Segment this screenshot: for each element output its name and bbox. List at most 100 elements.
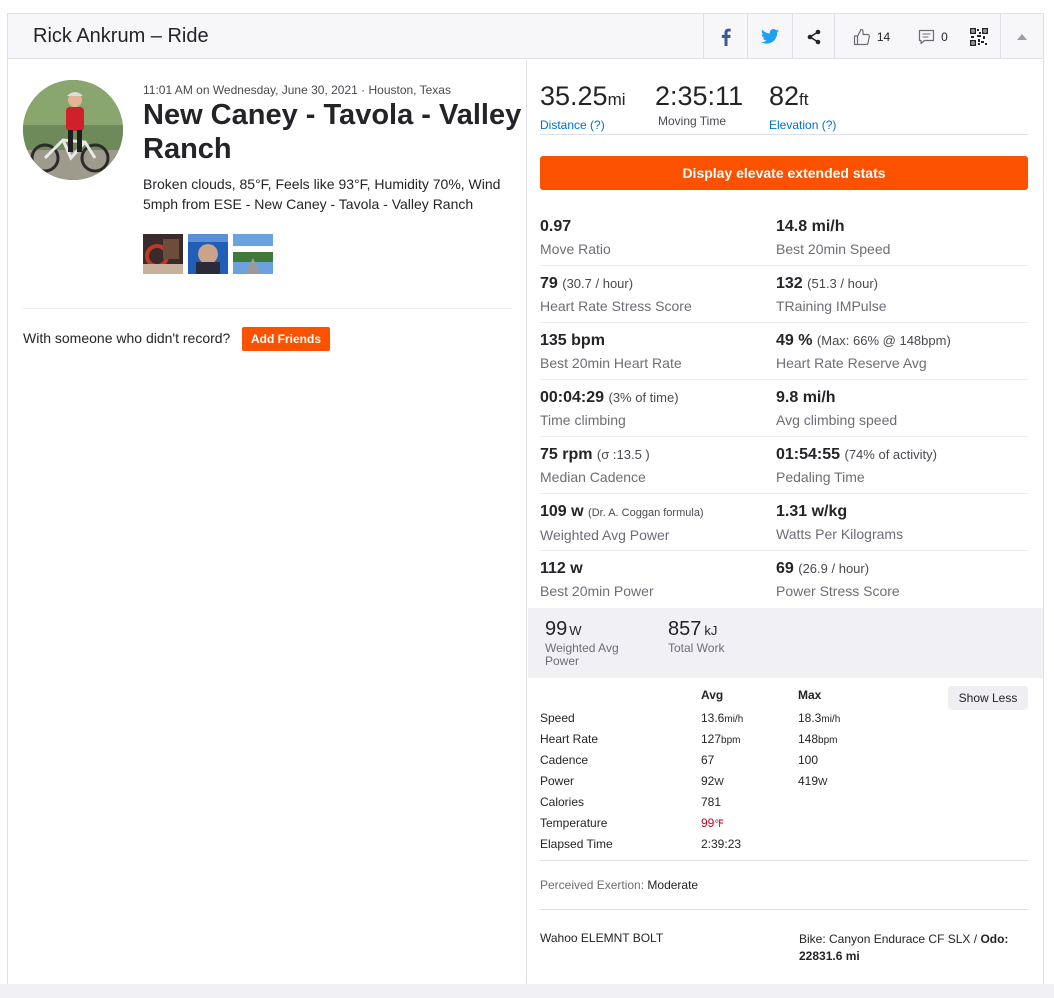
stat-subvalue: (26.9 / hour) xyxy=(798,561,870,576)
weighted-avg-power-label: Weighted Avg Power xyxy=(545,641,619,668)
comments-button[interactable]: 0 xyxy=(908,14,958,59)
collapse-button[interactable] xyxy=(1000,14,1043,59)
stat-value-line: 0.97 xyxy=(540,217,776,237)
table-row-avg: 67 xyxy=(701,753,714,767)
table-row-max: 18.3mi/h xyxy=(798,711,840,725)
bike-name: Bike: Canyon Endurace CF SLX / xyxy=(799,932,981,946)
stat-label: Time climbing xyxy=(540,412,626,428)
table-row-max: 419W xyxy=(798,774,827,788)
stat-value: 132 xyxy=(776,275,803,292)
stat-label: Best 20min Power xyxy=(540,583,654,599)
stat-value-line: 75 rpm (σ :13.5 ) xyxy=(540,445,776,465)
extended-stats-button[interactable]: Display elevate extended stats xyxy=(540,156,1028,190)
table-row: Speed 13.6mi/h 18.3mi/h xyxy=(540,707,1028,728)
page-footer-strip xyxy=(0,984,1054,998)
stats-row: 135 bpm Best 20min Heart Rate 49 % (Max: 6… xyxy=(540,323,1028,380)
stat-label: Avg climbing speed xyxy=(776,412,898,428)
stat-value-line: 109 w (Dr. A. Coggan formula) xyxy=(540,502,776,523)
kudos-button[interactable]: 14 xyxy=(834,14,908,59)
stat-value: 00:04:29 xyxy=(540,389,605,406)
details-table: Speed 13.6mi/h 18.3mi/h Heart Rate 127bpm 148… xyxy=(540,707,1028,854)
power-summary: 99 W Weighted Avg Power 857 kJ Total Work xyxy=(528,608,1043,678)
stat-value: 01:54:55 xyxy=(776,446,841,463)
odometer-value: 22831.6 mi xyxy=(799,949,860,963)
stat-label: Pedaling Time xyxy=(776,469,865,485)
activity-photo[interactable] xyxy=(233,234,273,274)
comment-icon xyxy=(919,29,935,44)
stat-subvalue: (3% of time) xyxy=(608,390,679,405)
extended-stats-grid: 0.97 Move Ratio 14.8 mi/h Best 20min Speed 7… xyxy=(540,209,1028,608)
stat-label: Median Cadence xyxy=(540,469,646,485)
activity-photo[interactable] xyxy=(143,234,183,274)
table-row-avg: 92W xyxy=(701,774,724,788)
table-row-name: Elapsed Time xyxy=(540,837,613,851)
qr-code-button[interactable] xyxy=(958,14,1000,59)
stats-row: 79 (30.7 / hour) Heart Rate Stress Score 1… xyxy=(540,266,1028,323)
stat-value: 14.8 mi/h xyxy=(776,218,845,235)
max-value: 18.3 xyxy=(798,711,822,725)
stat-value: 49 % xyxy=(776,332,813,349)
activity-header: Rick Ankrum – Ride 14 0 xyxy=(8,14,1043,59)
stat-label: Power Stress Score xyxy=(776,583,900,599)
twitter-share-button[interactable] xyxy=(747,14,792,59)
elevation-unit: ft xyxy=(799,90,809,109)
stat-cell: 14.8 mi/h Best 20min Speed xyxy=(776,217,1012,257)
table-row-avg: 99℉ xyxy=(701,816,724,830)
stat-cell: 135 bpm Best 20min Heart Rate xyxy=(540,331,776,371)
table-row-name: Cadence xyxy=(540,753,589,767)
avg-unit: mi/h xyxy=(724,714,744,725)
weighted-avg-power-unit: W xyxy=(569,623,582,638)
distance-unit: mi xyxy=(607,90,626,109)
comments-count: 0 xyxy=(941,29,948,44)
facebook-share-button[interactable] xyxy=(703,14,747,59)
avg-value: 13.6 xyxy=(701,711,725,725)
table-row: Heart Rate 127bpm 148bpm xyxy=(540,728,1028,749)
stat-value-line: 00:04:29 (3% of time) xyxy=(540,388,776,408)
stat-value-line: 1.31 w/kg xyxy=(776,502,1012,522)
stat-value: 1.31 w/kg xyxy=(776,503,848,520)
avg-unit: bpm xyxy=(721,735,741,746)
stat-cell: 1.31 w/kg Watts Per Kilograms xyxy=(776,502,1012,542)
stats-row: 75 rpm (σ :13.5 ) Median Cadence 01:54:55 … xyxy=(540,437,1028,494)
perceived-exertion-label: Perceived Exertion: xyxy=(540,878,645,892)
stat-cell: 75 rpm (σ :13.5 ) Median Cadence xyxy=(540,445,776,485)
stat-label: Heart Rate Stress Score xyxy=(540,298,692,314)
activity-meta: 11:01 AM on Wednesday, June 30, 2021 · H… xyxy=(143,83,451,97)
stat-subvalue: (σ :13.5 ) xyxy=(596,447,650,462)
perceived-exertion: Perceived Exertion: Moderate xyxy=(540,878,698,892)
distance-label[interactable]: Distance (?) xyxy=(540,118,626,132)
table-row: Temperature 99℉ xyxy=(540,812,1028,833)
avatar[interactable] xyxy=(23,80,123,180)
bike-info: Bike: Canyon Endurace CF SLX / Odo: 2283… xyxy=(799,931,1028,965)
avg-value: 2:39:23 xyxy=(701,837,742,851)
activity-summary-panel: 11:01 AM on Wednesday, June 30, 2021 · H… xyxy=(8,60,527,998)
stat-value: 109 w xyxy=(540,503,584,520)
stat-value: 69 xyxy=(776,560,794,577)
avg-unit: W xyxy=(714,777,724,788)
stats-row: 112 w Best 20min Power 69 (26.9 / hour) Pow… xyxy=(540,551,1028,608)
elevation-stat: 82ft Elevation (?) xyxy=(769,80,836,132)
stat-label: Move Ratio xyxy=(540,241,611,257)
stat-value-line: 49 % (Max: 66% @ 148bpm) xyxy=(776,331,1012,351)
share-button[interactable] xyxy=(792,14,834,59)
stat-cell: 0.97 Move Ratio xyxy=(540,217,776,257)
table-row-name: Power xyxy=(540,774,575,788)
table-row: Elapsed Time 2:39:23 xyxy=(540,833,1028,854)
add-friends-prompt: With someone who didn't record? xyxy=(23,330,231,346)
page-title: Rick Ankrum – Ride xyxy=(33,25,209,47)
elevation-label[interactable]: Elevation (?) xyxy=(769,118,836,132)
qr-code-icon xyxy=(970,27,988,46)
total-work-unit: kJ xyxy=(704,623,718,638)
activity-photo[interactable] xyxy=(188,234,228,274)
table-row-name: Speed xyxy=(540,711,575,725)
distance-value: 35.25 xyxy=(540,81,608,111)
add-friends-button[interactable]: Add Friends xyxy=(242,327,330,351)
device-name: Wahoo ELEMNT BOLT xyxy=(540,931,664,945)
stat-cell: 00:04:29 (3% of time) Time climbing xyxy=(540,388,776,428)
stat-subvalue: (Dr. A. Coggan formula) xyxy=(588,507,704,519)
total-work-label: Total Work xyxy=(668,641,725,655)
stat-cell: 9.8 mi/h Avg climbing speed xyxy=(776,388,1012,428)
stat-cell: 01:54:55 (74% of activity) Pedaling Time xyxy=(776,445,1012,485)
divider xyxy=(540,909,1028,910)
stat-value-line: 01:54:55 (74% of activity) xyxy=(776,445,1012,465)
